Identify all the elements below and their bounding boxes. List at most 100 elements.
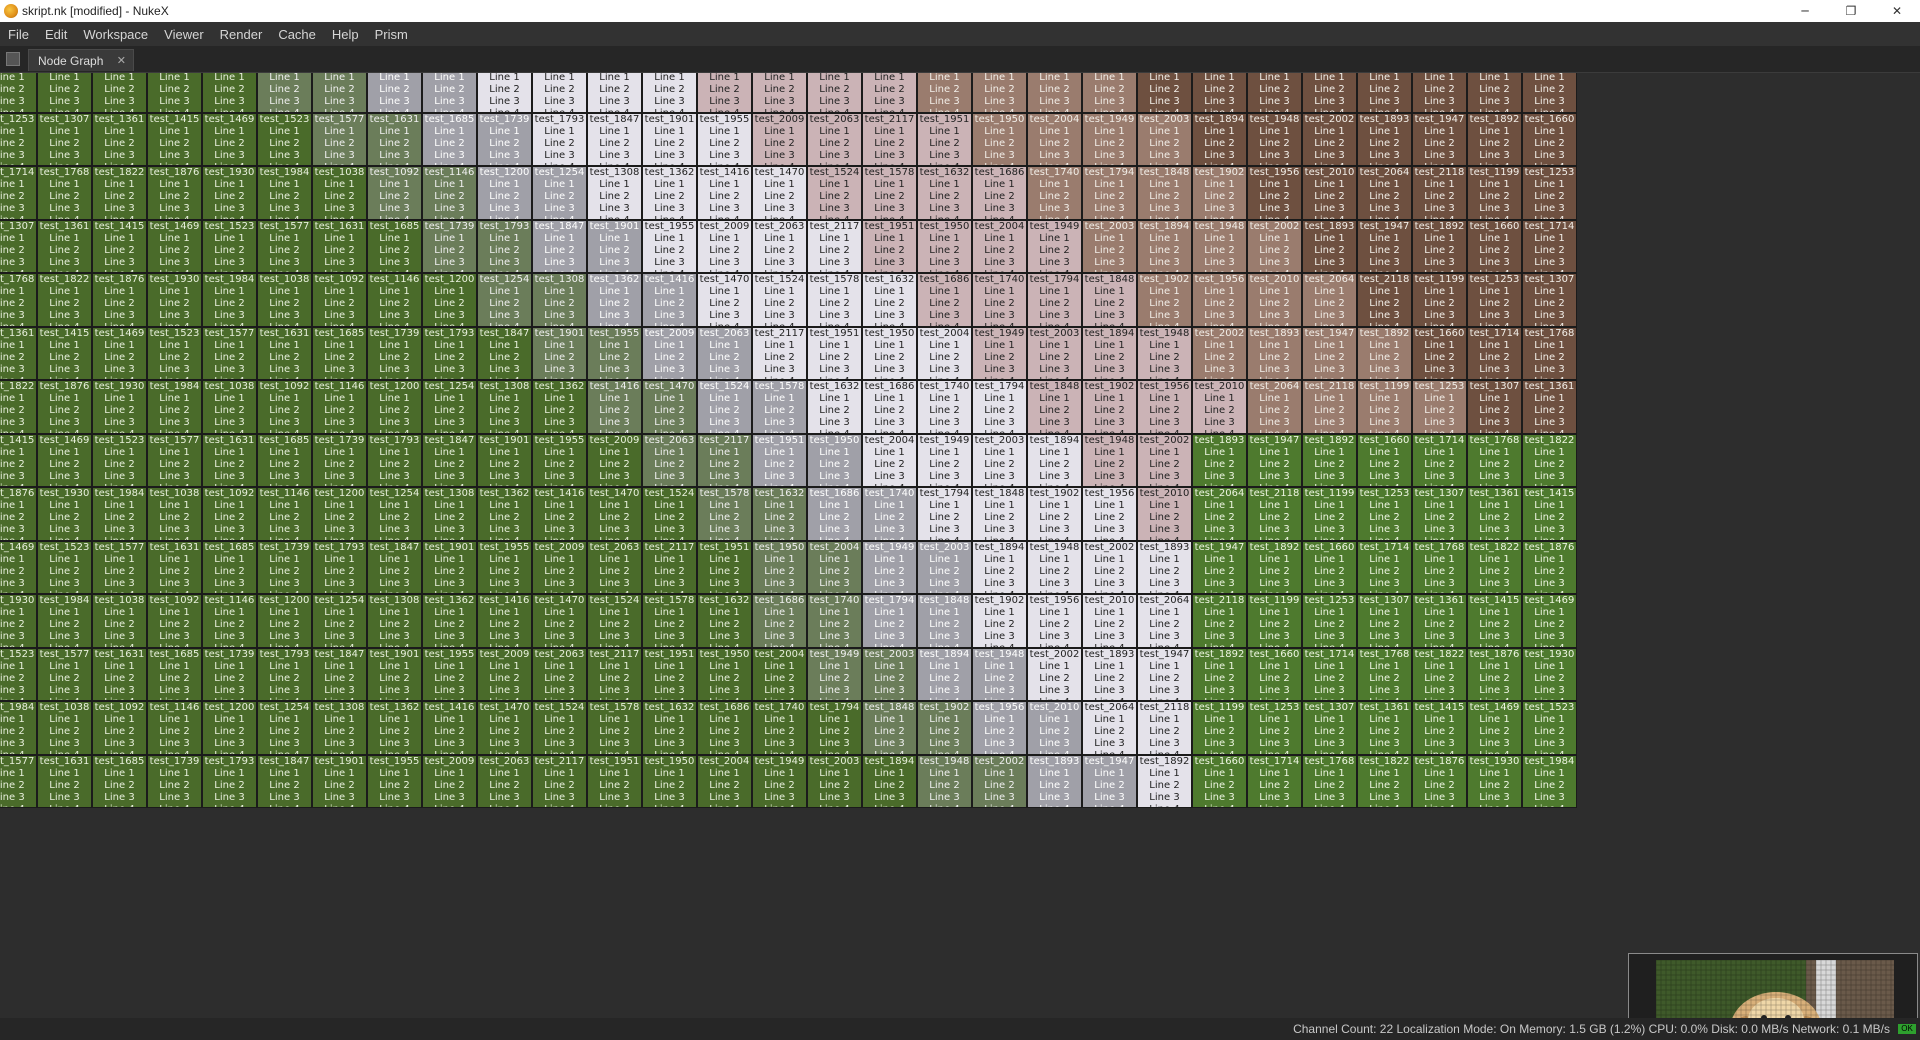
graph-node[interactable]: test_2063Line 1Line 2Line 3Line 4 (532, 647, 587, 701)
graph-node[interactable]: test_1951Line 1Line 2Line 3Line 4 (917, 112, 972, 166)
graph-node[interactable]: test_2002Line 1Line 2Line 3Line 4 (1027, 647, 1082, 701)
graph-node[interactable]: test_1685Line 1Line 2Line 3Line 4 (147, 647, 202, 701)
graph-node[interactable]: test_1470Line 1Line 2Line 3Line 4 (697, 273, 752, 327)
graph-node[interactable]: test_1523Line 1Line 2Line 3Line 4 (0, 647, 37, 701)
graph-node[interactable]: test_1893Line 1Line 2Line 3Line 4 (1247, 326, 1302, 380)
graph-node[interactable]: test_1038Line 1Line 2Line 3Line 4 (202, 380, 257, 434)
graph-node[interactable]: test_1714Line 1Line 2Line 3Line 4 (1247, 754, 1302, 808)
graph-node[interactable]: test_1577Line 1Line 2Line 3Line 4 (0, 754, 37, 808)
graph-node[interactable]: test_2004Line 1Line 2Line 3Line 4 (697, 754, 752, 808)
graph-node[interactable]: test_1822Line 1Line 2Line 3Line 4 (1467, 540, 1522, 594)
graph-node[interactable]: test_1253Line 1Line 2Line 3Line 4 (1412, 380, 1467, 434)
graph-node[interactable]: test_1577Line 1Line 2Line 3Line 4 (202, 326, 257, 380)
graph-node[interactable]: test_1956Line 1Line 2Line 3Line 4 (1302, 73, 1357, 113)
graph-node[interactable]: test_2004Line 1Line 2Line 3Line 4 (752, 647, 807, 701)
graph-node[interactable]: test_1948Line 1Line 2Line 3Line 4 (917, 754, 972, 808)
graph-node[interactable]: test_1947Line 1Line 2Line 3Line 4 (1247, 433, 1302, 487)
graph-node[interactable]: test_1199Line 1Line 2Line 3Line 4 (1192, 701, 1247, 755)
graph-node[interactable]: test_1949Line 1Line 2Line 3Line 4 (807, 647, 862, 701)
graph-node[interactable]: test_2118Line 1Line 2Line 3Line 4 (1247, 487, 1302, 541)
graph-node[interactable]: test_1794Line 1Line 2Line 3Line 4 (972, 380, 1027, 434)
graph-node[interactable]: test_1631Line 1Line 2Line 3Line 4 (92, 647, 147, 701)
graph-node[interactable]: test_1686Line 1Line 2Line 3Line 4 (807, 487, 862, 541)
graph-node[interactable]: test_1660Line 1Line 2Line 3Line 4 (0, 73, 37, 113)
graph-node[interactable]: test_1469Line 1Line 2Line 3Line 4 (147, 219, 202, 273)
graph-node[interactable]: test_2009Line 1Line 2Line 3Line 4 (642, 326, 697, 380)
graph-node[interactable]: test_1632Line 1Line 2Line 3Line 4 (752, 487, 807, 541)
graph-node[interactable]: test_2009Line 1Line 2Line 3Line 4 (697, 219, 752, 273)
graph-node[interactable]: test_1930Line 1Line 2Line 3Line 4 (1467, 754, 1522, 808)
graph-node[interactable]: test_2118Line 1Line 2Line 3Line 4 (1302, 380, 1357, 434)
graph-node[interactable]: test_1307Line 1Line 2Line 3Line 4 (1522, 273, 1577, 327)
graph-node[interactable]: test_1930Line 1Line 2Line 3Line 4 (147, 273, 202, 327)
graph-node[interactable]: test_1308Line 1Line 2Line 3Line 4 (422, 487, 477, 541)
graph-node[interactable]: test_1793Line 1Line 2Line 3Line 4 (532, 112, 587, 166)
graph-node[interactable]: test_1416Line 1Line 2Line 3Line 4 (642, 273, 697, 327)
graph-node[interactable]: test_1950Line 1Line 2Line 3Line 4 (807, 433, 862, 487)
graph-node[interactable]: test_2010Line 1Line 2Line 3Line 4 (1137, 487, 1192, 541)
graph-node[interactable]: test_1714Line 1Line 2Line 3Line 4 (1357, 540, 1412, 594)
graph-node[interactable]: test_1577Line 1Line 2Line 3Line 4 (257, 219, 312, 273)
graph-node[interactable]: test_1577Line 1Line 2Line 3Line 4 (312, 112, 367, 166)
graph-node[interactable]: test_1469Line 1Line 2Line 3Line 4 (1522, 594, 1577, 648)
graph-node[interactable]: test_1848Line 1Line 2Line 3Line 4 (1082, 273, 1137, 327)
graph-node[interactable]: test_1739Line 1Line 2Line 3Line 4 (202, 647, 257, 701)
graph-node[interactable]: test_1632Line 1Line 2Line 3Line 4 (697, 594, 752, 648)
graph-node[interactable]: test_1200Line 1Line 2Line 3Line 4 (312, 487, 367, 541)
graph-node[interactable]: test_2004Line 1Line 2Line 3Line 4 (1027, 112, 1082, 166)
graph-node[interactable]: test_1984Line 1Line 2Line 3Line 4 (0, 701, 37, 755)
graph-node[interactable]: test_1307Line 1Line 2Line 3Line 4 (37, 112, 92, 166)
graph-node[interactable]: test_1894Line 1Line 2Line 3Line 4 (1137, 219, 1192, 273)
graph-node[interactable]: test_1892Line 1Line 2Line 3Line 4 (1247, 540, 1302, 594)
menu-viewer[interactable]: Viewer (156, 27, 212, 42)
graph-node[interactable]: test_2004Line 1Line 2Line 3Line 4 (972, 219, 1027, 273)
graph-node[interactable]: test_1822Line 1Line 2Line 3Line 4 (1522, 433, 1577, 487)
graph-node[interactable]: test_1892Line 1Line 2Line 3Line 4 (1137, 754, 1192, 808)
graph-node[interactable]: test_1793Line 1Line 2Line 3Line 4 (202, 754, 257, 808)
graph-node[interactable]: test_1524Line 1Line 2Line 3Line 4 (532, 701, 587, 755)
graph-node[interactable]: test_2004Line 1Line 2Line 3Line 4 (917, 326, 972, 380)
graph-node[interactable]: test_2003Line 1Line 2Line 3Line 4 (862, 647, 917, 701)
graph-node[interactable]: test_1416Line 1Line 2Line 3Line 4 (422, 701, 477, 755)
graph-node[interactable]: test_1984Line 1Line 2Line 3Line 4 (1522, 754, 1577, 808)
graph-node[interactable]: test_1894Line 1Line 2Line 3Line 4 (917, 647, 972, 701)
panel-menu-icon[interactable] (6, 52, 20, 66)
graph-node[interactable]: test_1254Line 1Line 2Line 3Line 4 (587, 73, 642, 113)
graph-node[interactable]: test_2117Line 1Line 2Line 3Line 4 (697, 433, 752, 487)
graph-node[interactable]: test_1362Line 1Line 2Line 3Line 4 (477, 487, 532, 541)
graph-node[interactable]: test_1794Line 1Line 2Line 3Line 4 (1027, 273, 1082, 327)
graph-node[interactable]: test_1740Line 1Line 2Line 3Line 4 (917, 380, 972, 434)
tab-close-icon[interactable]: ✕ (117, 54, 126, 67)
graph-node[interactable]: test_1740Line 1Line 2Line 3Line 4 (752, 701, 807, 755)
graph-node[interactable]: test_2002Line 1Line 2Line 3Line 4 (1082, 540, 1137, 594)
graph-node[interactable]: test_1902Line 1Line 2Line 3Line 4 (1082, 380, 1137, 434)
graph-node[interactable]: test_1950Line 1Line 2Line 3Line 4 (642, 754, 697, 808)
graph-node[interactable]: test_1092Line 1Line 2Line 3Line 4 (367, 166, 422, 220)
graph-node[interactable]: test_1793Line 1Line 2Line 3Line 4 (477, 219, 532, 273)
graph-node[interactable]: test_1955Line 1Line 2Line 3Line 4 (697, 112, 752, 166)
graph-node[interactable]: test_1362Line 1Line 2Line 3Line 4 (532, 380, 587, 434)
graph-node[interactable]: test_1469Line 1Line 2Line 3Line 4 (202, 112, 257, 166)
graph-node[interactable]: test_1901Line 1Line 2Line 3Line 4 (532, 326, 587, 380)
graph-node[interactable]: test_1469Line 1Line 2Line 3Line 4 (37, 433, 92, 487)
graph-node[interactable]: test_1894Line 1Line 2Line 3Line 4 (1192, 112, 1247, 166)
graph-node[interactable]: test_1984Line 1Line 2Line 3Line 4 (202, 273, 257, 327)
graph-node[interactable]: test_1362Line 1Line 2Line 3Line 4 (642, 166, 697, 220)
graph-node[interactable]: test_1984Line 1Line 2Line 3Line 4 (257, 166, 312, 220)
graph-node[interactable]: test_1956Line 1Line 2Line 3Line 4 (1082, 487, 1137, 541)
graph-node[interactable]: test_1739Line 1Line 2Line 3Line 4 (257, 540, 312, 594)
graph-node[interactable]: test_2118Line 1Line 2Line 3Line 4 (1412, 166, 1467, 220)
graph-node[interactable]: test_1578Line 1Line 2Line 3Line 4 (862, 166, 917, 220)
graph-node[interactable]: test_1951Line 1Line 2Line 3Line 4 (642, 647, 697, 701)
graph-node[interactable]: test_1416Line 1Line 2Line 3Line 4 (477, 594, 532, 648)
graph-node[interactable]: test_1768Line 1Line 2Line 3Line 4 (1522, 326, 1577, 380)
graph-node[interactable]: test_1822Line 1Line 2Line 3Line 4 (92, 166, 147, 220)
graph-node[interactable]: test_1038Line 1Line 2Line 3Line 4 (312, 166, 367, 220)
graph-node[interactable]: test_1893Line 1Line 2Line 3Line 4 (1357, 112, 1412, 166)
graph-node[interactable]: test_1740Line 1Line 2Line 3Line 4 (807, 594, 862, 648)
graph-node[interactable]: test_1523Line 1Line 2Line 3Line 4 (147, 326, 202, 380)
graph-node[interactable]: test_1038Line 1Line 2Line 3Line 4 (257, 273, 312, 327)
graph-node[interactable]: test_1415Line 1Line 2Line 3Line 4 (1412, 701, 1467, 755)
graph-node[interactable]: test_1038Line 1Line 2Line 3Line 4 (367, 73, 422, 113)
graph-node[interactable]: test_1254Line 1Line 2Line 3Line 4 (367, 487, 422, 541)
